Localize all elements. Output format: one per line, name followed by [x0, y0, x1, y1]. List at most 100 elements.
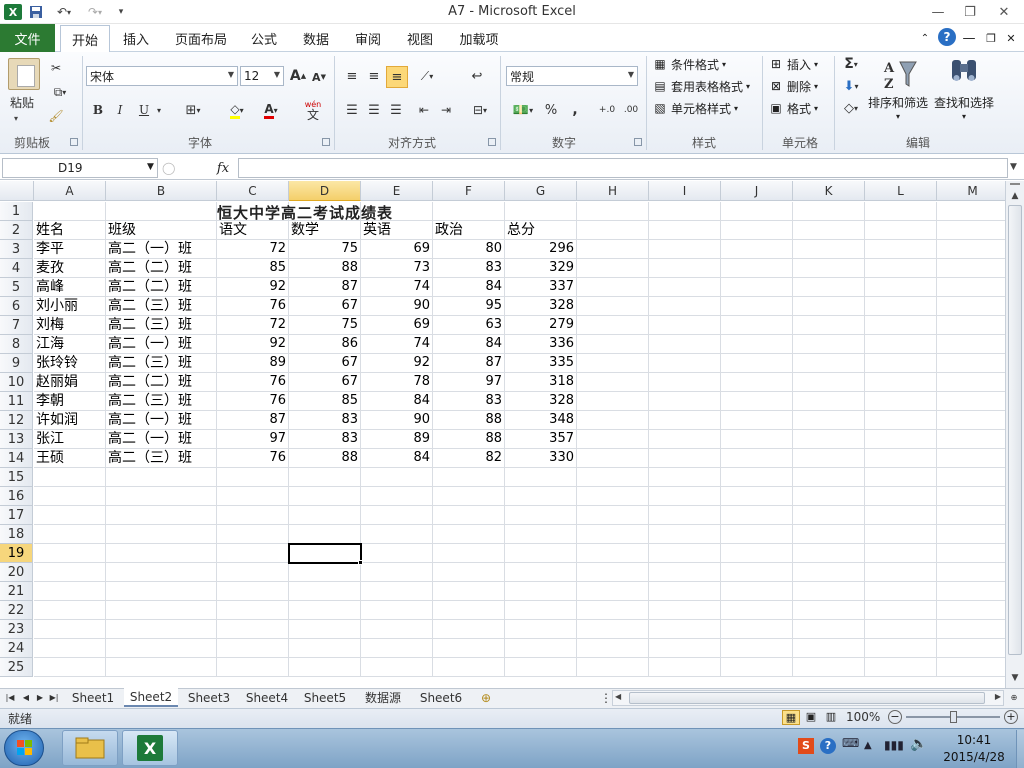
- cell[interactable]: [505, 620, 577, 639]
- cell[interactable]: [433, 525, 505, 544]
- row-header-12[interactable]: 12: [0, 411, 33, 430]
- cell[interactable]: [793, 449, 865, 468]
- cell[interactable]: [577, 278, 649, 297]
- cell[interactable]: [289, 601, 361, 620]
- cell[interactable]: [721, 525, 793, 544]
- cell[interactable]: [937, 335, 1005, 354]
- row-header-9[interactable]: 9: [0, 354, 33, 373]
- align-bottom-icon[interactable]: ≡: [386, 66, 408, 88]
- score-cell[interactable]: 69: [361, 316, 433, 335]
- cell[interactable]: [721, 582, 793, 601]
- percent-button[interactable]: %: [542, 100, 560, 120]
- tray-app-icon[interactable]: S: [798, 738, 814, 754]
- cell[interactable]: [865, 259, 937, 278]
- page-break-view-icon[interactable]: ▥: [822, 710, 840, 725]
- sort-filter-icon[interactable]: AZ: [880, 56, 920, 92]
- minimize-icon[interactable]: —: [924, 2, 952, 22]
- column-header-c[interactable]: C: [217, 181, 289, 201]
- decrease-decimal-button[interactable]: .00: [620, 100, 642, 120]
- cell[interactable]: [505, 506, 577, 525]
- sheet-tab-sheet2[interactable]: Sheet2: [124, 688, 178, 707]
- score-cell[interactable]: 87: [289, 278, 361, 297]
- cell[interactable]: [865, 544, 937, 563]
- text-cell[interactable]: 王硕: [34, 449, 106, 468]
- bold-button[interactable]: B: [88, 100, 108, 120]
- cell[interactable]: [865, 335, 937, 354]
- score-cell[interactable]: 67: [289, 354, 361, 373]
- excel-logo-icon[interactable]: X: [4, 4, 22, 20]
- cell[interactable]: [937, 411, 1005, 430]
- undo-icon[interactable]: ↶ ▾: [50, 3, 78, 21]
- save-icon[interactable]: [28, 3, 44, 21]
- ribbon-minimize-icon[interactable]: —: [962, 24, 976, 52]
- vertical-scrollbar[interactable]: ▲ ▼: [1005, 181, 1024, 688]
- merge-center-icon[interactable]: ⊟ ▾: [466, 100, 494, 120]
- clock-time[interactable]: 10:41: [944, 733, 1004, 747]
- cell[interactable]: [217, 582, 289, 601]
- text-cell[interactable]: 高二（一）班: [106, 335, 217, 354]
- score-cell[interactable]: 328: [505, 297, 577, 316]
- cell[interactable]: [217, 563, 289, 582]
- cell[interactable]: [577, 601, 649, 620]
- cell[interactable]: [721, 658, 793, 677]
- sheet-tab-sheet5[interactable]: Sheet5: [298, 688, 352, 707]
- cell[interactable]: [106, 544, 217, 563]
- cell[interactable]: [34, 601, 106, 620]
- score-cell[interactable]: 279: [505, 316, 577, 335]
- alignment-launcher-icon[interactable]: [488, 138, 496, 146]
- paste-icon[interactable]: [8, 58, 40, 90]
- column-header-a[interactable]: A: [34, 181, 106, 201]
- cell[interactable]: [361, 658, 433, 677]
- cell[interactable]: [433, 544, 505, 563]
- cell[interactable]: [793, 525, 865, 544]
- fill-color-icon[interactable]: ◇ ▾: [222, 100, 252, 120]
- cell[interactable]: [937, 506, 1005, 525]
- text-cell[interactable]: 赵丽娟: [34, 373, 106, 392]
- score-cell[interactable]: 84: [433, 335, 505, 354]
- cell[interactable]: [937, 620, 1005, 639]
- tab-addins[interactable]: 加载项: [452, 24, 506, 52]
- score-cell[interactable]: 67: [289, 297, 361, 316]
- cell[interactable]: [937, 221, 1005, 240]
- cell[interactable]: [361, 506, 433, 525]
- cell[interactable]: [217, 601, 289, 620]
- cell[interactable]: [721, 430, 793, 449]
- cell[interactable]: [577, 639, 649, 658]
- redo-icon[interactable]: ↷ ▾: [82, 3, 108, 21]
- row-header-19[interactable]: 19: [0, 544, 33, 563]
- score-cell[interactable]: 92: [217, 335, 289, 354]
- cell[interactable]: [649, 449, 721, 468]
- cell[interactable]: [577, 316, 649, 335]
- cell[interactable]: [577, 487, 649, 506]
- cell[interactable]: [937, 354, 1005, 373]
- zoom-out-icon[interactable]: −: [888, 710, 902, 724]
- score-cell[interactable]: 69: [361, 240, 433, 259]
- cell[interactable]: [793, 278, 865, 297]
- cell[interactable]: [106, 639, 217, 658]
- cell[interactable]: [289, 563, 361, 582]
- cell[interactable]: [937, 449, 1005, 468]
- cell[interactable]: [505, 563, 577, 582]
- text-cell[interactable]: 刘梅: [34, 316, 106, 335]
- cell[interactable]: [34, 487, 106, 506]
- score-cell[interactable]: 67: [289, 373, 361, 392]
- cell[interactable]: [505, 601, 577, 620]
- cell[interactable]: [793, 221, 865, 240]
- text-cell[interactable]: 高峰: [34, 278, 106, 297]
- cell[interactable]: [106, 658, 217, 677]
- cell[interactable]: [865, 316, 937, 335]
- cell[interactable]: [106, 601, 217, 620]
- cell[interactable]: [721, 202, 793, 221]
- score-cell[interactable]: 78: [361, 373, 433, 392]
- text-cell[interactable]: 高二（三）班: [106, 449, 217, 468]
- insert-function-button[interactable]: fx: [210, 158, 236, 178]
- cell[interactable]: [577, 449, 649, 468]
- prev-sheet-icon[interactable]: ◀: [20, 688, 32, 707]
- text-cell[interactable]: 高二（三）班: [106, 392, 217, 411]
- column-header-m[interactable]: M: [937, 181, 1005, 201]
- zoom-in-icon[interactable]: +: [1004, 710, 1018, 724]
- cell[interactable]: [106, 468, 217, 487]
- cell[interactable]: [34, 563, 106, 582]
- name-box-dropdown-icon[interactable]: ▼: [147, 162, 154, 172]
- find-select-button[interactable]: 查找和选择: [934, 94, 994, 111]
